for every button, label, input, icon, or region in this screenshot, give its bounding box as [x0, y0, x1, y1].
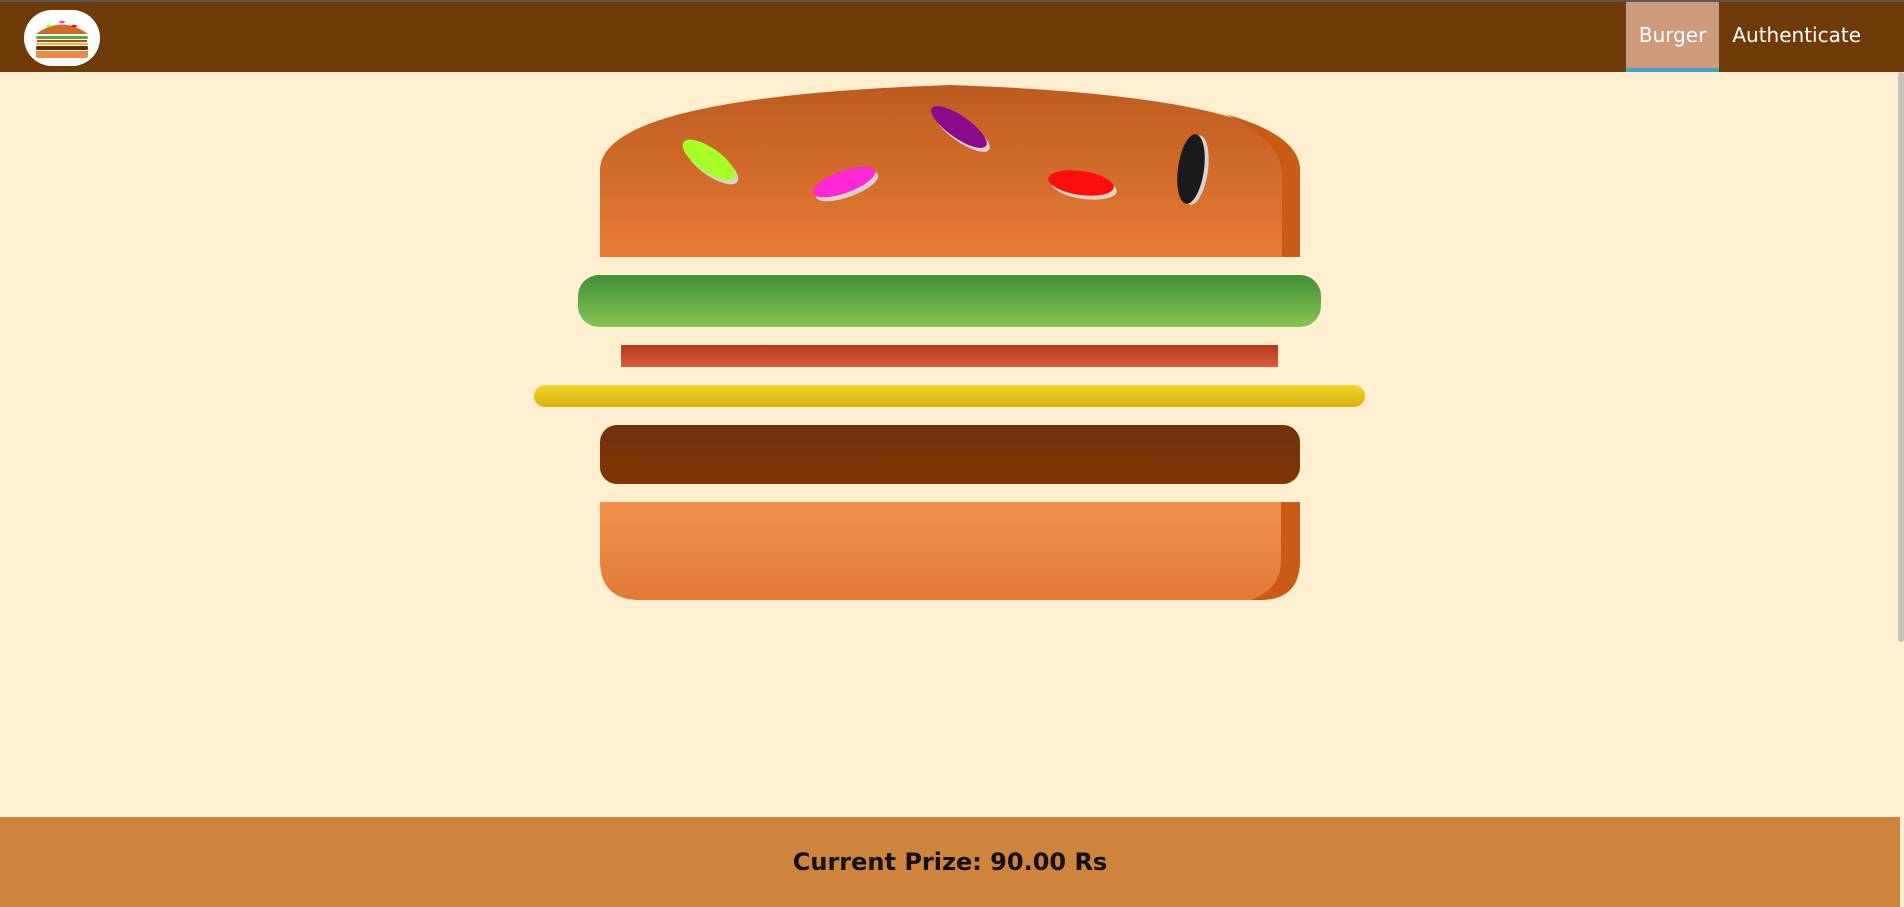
cheese-layer [534, 385, 1365, 407]
nav-item-burger[interactable]: Burger [1625, 2, 1720, 72]
bacon-layer [621, 345, 1278, 367]
top-navigation-bar: Burger Authenticate [0, 0, 1904, 72]
burger-logo-icon [36, 20, 88, 58]
burger-preview [0, 72, 1904, 817]
build-controls-footer: Current Prize: 90.00 Rs [0, 817, 1900, 907]
current-prize-label: Current Prize: 90.00 Rs [792, 848, 1108, 876]
nav-item-authenticate[interactable]: Authenticate [1719, 2, 1874, 72]
bread-top-layer [600, 85, 1300, 257]
salad-layer [578, 275, 1321, 327]
meat-layer [600, 425, 1300, 484]
burger-logo[interactable] [24, 10, 100, 66]
main-nav: Burger Authenticate [1625, 2, 1874, 72]
burger-illustration [534, 85, 1365, 600]
bread-bottom-layer [600, 502, 1300, 600]
